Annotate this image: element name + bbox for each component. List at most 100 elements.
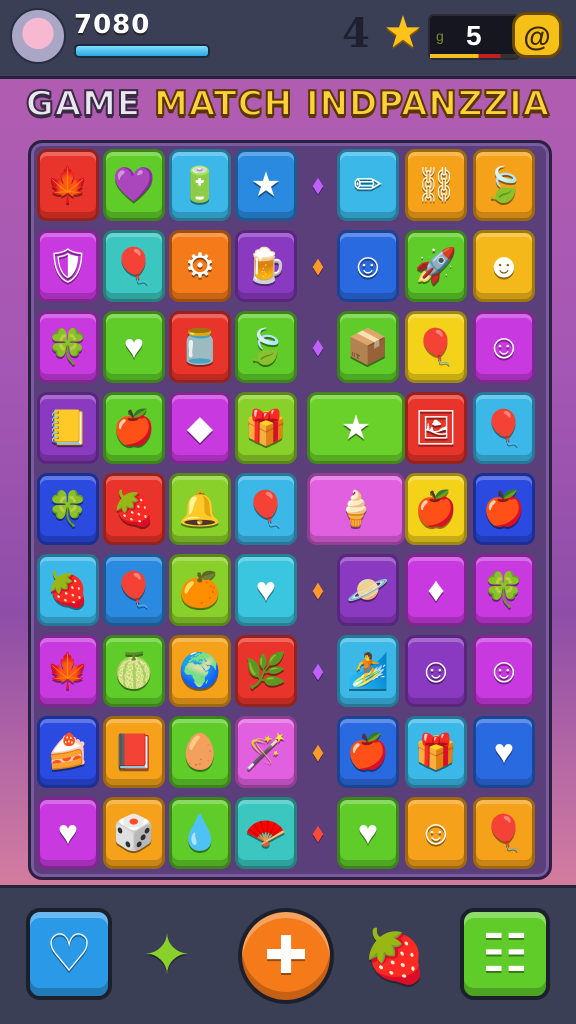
tile-star-icon[interactable]: ★ bbox=[235, 149, 297, 221]
tile-box-icon[interactable]: 📦 bbox=[337, 311, 399, 383]
tile-heart-icon[interactable]: ♥ bbox=[337, 797, 399, 869]
balloon-icon: 🎈 bbox=[414, 328, 458, 366]
tile-clover-icon[interactable]: 🍀 bbox=[37, 311, 99, 383]
tile-green-leaf-icon[interactable]: 🍃 bbox=[473, 149, 535, 221]
wide-cone-icon: 🍦 bbox=[334, 490, 378, 528]
purple-gem-icon[interactable]: ⬧ bbox=[307, 319, 329, 375]
player-avatar[interactable] bbox=[10, 8, 66, 64]
tile-cake-icon[interactable]: 🍰 bbox=[37, 716, 99, 788]
strawberry-power-button[interactable]: 🍓 bbox=[358, 916, 432, 996]
tile-pink-balloon-icon[interactable]: 🎈 bbox=[235, 473, 297, 545]
xp-progress-bar bbox=[74, 44, 210, 58]
tile-leaf-blob-icon[interactable]: 🍃 bbox=[235, 311, 297, 383]
balloon-icon: 🎈 bbox=[112, 247, 156, 285]
tile-gem-icon[interactable]: ♦ bbox=[405, 554, 467, 626]
tile-cube-icon[interactable]: ◆ bbox=[169, 392, 231, 464]
tile-wand-icon[interactable]: 🪄 bbox=[235, 716, 297, 788]
tile-egg-icon[interactable]: 🥚 bbox=[169, 716, 231, 788]
tile-clover-icon[interactable]: 🍀 bbox=[473, 554, 535, 626]
tile-apple-icon[interactable]: 🍎 bbox=[405, 473, 467, 545]
tile-girl-face-icon[interactable]: ☺ bbox=[405, 635, 467, 707]
tile-globe-heart-icon[interactable]: 🌍 bbox=[169, 635, 231, 707]
tile-gadget-icon[interactable]: ⚙ bbox=[169, 230, 231, 302]
tile-fan-icon[interactable]: 🪭 bbox=[235, 797, 297, 869]
tile-heart-icon[interactable]: ♥ bbox=[37, 797, 99, 869]
tile-book-icon[interactable]: 📒 bbox=[37, 392, 99, 464]
tile-heart-balloon-icon[interactable]: 💜 bbox=[103, 149, 165, 221]
tile-photo-icon[interactable]: 🖼 bbox=[405, 392, 467, 464]
tile-battery-icon[interactable]: 🔋 bbox=[169, 149, 231, 221]
purple-gem-icon[interactable]: ⬧ bbox=[307, 157, 329, 213]
heart-power-button[interactable]: ♡ bbox=[26, 908, 112, 1000]
tile-leaf-icon[interactable]: 🍁 bbox=[37, 635, 99, 707]
tile-balloon-icon[interactable]: 🎈 bbox=[103, 554, 165, 626]
menu-button[interactable]: ☷ bbox=[460, 908, 550, 1000]
tile-strawberry-icon[interactable]: 🍓 bbox=[37, 554, 99, 626]
heart-icon: ♥ bbox=[493, 733, 515, 771]
tile-shield-icon[interactable]: 🛡 bbox=[37, 230, 99, 302]
tile-strawberry-icon[interactable]: 🍓 bbox=[103, 473, 165, 545]
tile-jar-icon[interactable]: 🫙 bbox=[169, 311, 231, 383]
tile-wide-star-icon[interactable]: ★ bbox=[307, 392, 405, 464]
tile-heart-icon[interactable]: ♥ bbox=[473, 716, 535, 788]
clover-icon: 🍀 bbox=[46, 490, 90, 528]
tile-pencil-icon[interactable]: ✏ bbox=[337, 149, 399, 221]
tile-pillar-icon[interactable]: ⛓ bbox=[405, 149, 467, 221]
tile-book-icon[interactable]: 📕 bbox=[103, 716, 165, 788]
orange-gem-icon[interactable]: ⬧ bbox=[307, 724, 329, 780]
tile-leaf-icon[interactable]: 🍁 bbox=[37, 149, 99, 221]
tile-boy-face-icon[interactable]: ☺ bbox=[473, 635, 535, 707]
tile-face-icon[interactable]: ☺ bbox=[473, 311, 535, 383]
drop-icon: 💧 bbox=[178, 814, 222, 852]
star-icon[interactable]: ★ bbox=[382, 11, 424, 55]
tile-balloon-icon[interactable]: 🎈 bbox=[473, 797, 535, 869]
tile-rocket-icon[interactable]: 🚀 bbox=[405, 230, 467, 302]
tile-wide-cone-icon[interactable]: 🍦 bbox=[307, 473, 405, 545]
bell-icon: 🔔 bbox=[178, 490, 222, 528]
tile-drop-icon[interactable]: 💧 bbox=[169, 797, 231, 869]
tile-balloon-icon[interactable]: 🎈 bbox=[103, 230, 165, 302]
game-title: GAME MATCH INDPANZZIA bbox=[0, 83, 576, 125]
planet-icon: 🪐 bbox=[346, 571, 390, 609]
melon-icon: 🍈 bbox=[112, 652, 156, 690]
tile-melon-icon[interactable]: 🍈 bbox=[103, 635, 165, 707]
tile-planet-icon[interactable]: 🪐 bbox=[337, 554, 399, 626]
face-icon: ☺ bbox=[486, 328, 522, 366]
tile-orange-icon[interactable]: 🍊 bbox=[169, 554, 231, 626]
orange-gem-icon[interactable]: ⬧ bbox=[307, 562, 329, 618]
tile-green-face-icon[interactable]: ☻ bbox=[473, 230, 535, 302]
tile-heart-icon[interactable]: ♥ bbox=[103, 311, 165, 383]
tile-balloon-icon[interactable]: 🎈 bbox=[405, 311, 467, 383]
top-hud: 7080 4 ★ g 5 @ bbox=[0, 0, 576, 76]
photo-icon: 🖼 bbox=[414, 409, 458, 447]
tile-plant-icon[interactable]: 🌿 bbox=[235, 635, 297, 707]
battery-icon: 🔋 bbox=[178, 166, 222, 204]
coin-button[interactable]: @ bbox=[512, 12, 562, 58]
tile-apple-icon[interactable]: 🍎 bbox=[103, 392, 165, 464]
tile-apple-icon[interactable]: 🍎 bbox=[337, 716, 399, 788]
clover-icon: 🍀 bbox=[46, 328, 90, 366]
tile-gift-box-icon[interactable]: 🎁 bbox=[405, 716, 467, 788]
leaf-blob-icon: 🍃 bbox=[244, 328, 288, 366]
tile-boy-face-icon[interactable]: ☺ bbox=[337, 230, 399, 302]
tile-gift-icon[interactable]: 🎁 bbox=[235, 392, 297, 464]
shape-power-button[interactable]: ✚ bbox=[238, 908, 334, 1004]
tile-apple-icon[interactable]: 🍎 bbox=[473, 473, 535, 545]
orange-gem-icon[interactable]: ⬧ bbox=[307, 238, 329, 294]
tile-beer-icon[interactable]: 🍺 bbox=[235, 230, 297, 302]
tile-balloon-icon[interactable]: 🎈 bbox=[473, 392, 535, 464]
tile-dice-icon[interactable]: 🎲 bbox=[103, 797, 165, 869]
tile-bell-icon[interactable]: 🔔 bbox=[169, 473, 231, 545]
globe-heart-icon: 🌍 bbox=[178, 652, 222, 690]
balloon-icon: 🎈 bbox=[482, 814, 526, 852]
menu-grid-icon: ☷ bbox=[481, 925, 529, 983]
orange-icon: 🍊 bbox=[178, 571, 222, 609]
tile-heart-icon[interactable]: ♥ bbox=[235, 554, 297, 626]
gift-icon: 🎁 bbox=[244, 409, 288, 447]
sparkle-button[interactable]: ✦ bbox=[132, 923, 202, 986]
tile-boy-face-icon[interactable]: ☺ bbox=[405, 797, 467, 869]
tile-clover-icon[interactable]: 🍀 bbox=[37, 473, 99, 545]
purple-gem-icon[interactable]: ⬧ bbox=[307, 643, 329, 699]
tile-surfboard-icon[interactable]: 🏄 bbox=[337, 635, 399, 707]
red-gem-icon[interactable]: ⬧ bbox=[307, 805, 329, 861]
